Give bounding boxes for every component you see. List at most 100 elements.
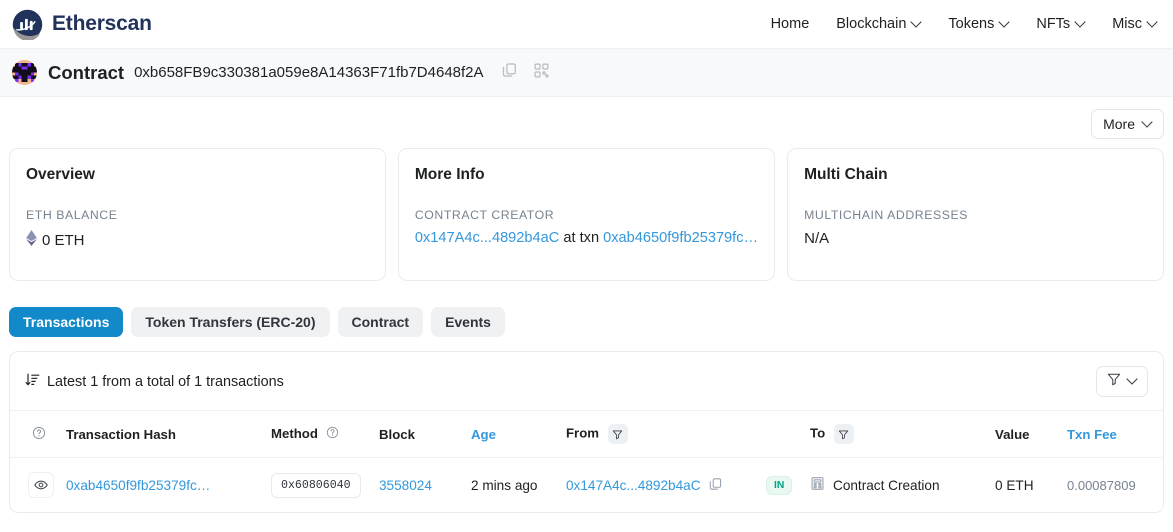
chevron-down-icon bbox=[1143, 118, 1152, 127]
ethereum-diamond-icon bbox=[26, 230, 37, 250]
eth-balance-value: 0 ETH bbox=[42, 231, 85, 249]
col-transaction-hash: Transaction Hash bbox=[66, 426, 176, 442]
transactions-table: Transaction Hash Method Block Age From T… bbox=[10, 410, 1163, 512]
content-tabs: Transactions Token Transfers (ERC-20) Co… bbox=[9, 281, 1164, 351]
cell-direction: IN bbox=[760, 458, 804, 513]
col-to: To bbox=[804, 411, 989, 458]
tab-label: Token Transfers (ERC-20) bbox=[145, 314, 316, 330]
nav-item-home[interactable]: Home bbox=[771, 16, 810, 32]
more-info-card-title: More Info bbox=[414, 166, 485, 183]
tab-transactions[interactable]: Transactions bbox=[9, 307, 124, 337]
transactions-table-header: Transaction Hash Method Block Age From T… bbox=[10, 410, 1163, 458]
more-row: More bbox=[9, 97, 1164, 148]
tab-label: Transactions bbox=[23, 314, 110, 330]
from-address-link[interactable]: 0x147A4c...4892b4aC bbox=[566, 478, 701, 493]
tab-label: Events bbox=[445, 314, 491, 330]
cell-txn-fee: 0.00087809 bbox=[1067, 477, 1136, 493]
to-label: Contract Creation bbox=[833, 477, 940, 493]
cell-method: 0x60806040 bbox=[265, 458, 373, 513]
contract-icon bbox=[810, 476, 825, 494]
creation-txn-link[interactable]: 0xab4650f9fb25379fc… bbox=[603, 230, 758, 246]
transactions-table-body: 0xab4650f9fb25379fc… 0x60806040 3558024 … bbox=[10, 458, 1163, 513]
chevron-down-icon bbox=[1000, 18, 1009, 27]
top-navbar: Etherscan Home Blockchain Tokens NFTs Mi… bbox=[0, 0, 1173, 49]
question-mark-icon[interactable] bbox=[32, 426, 46, 443]
nav-item-label: Tokens bbox=[948, 16, 995, 32]
funnel-filter-icon[interactable] bbox=[607, 424, 628, 444]
eth-balance-label: ETH BALANCE bbox=[26, 208, 118, 222]
col-age[interactable]: Age bbox=[465, 411, 560, 458]
nav-item-misc[interactable]: Misc bbox=[1112, 16, 1157, 32]
cell-to: Contract Creation bbox=[804, 458, 989, 513]
contract-address: 0xb658FB9c330381a059e8A14363F71fb7D4648f… bbox=[134, 64, 484, 81]
contract-creator-label: CONTRACT CREATOR bbox=[414, 208, 555, 222]
chevron-down-icon bbox=[1076, 18, 1085, 27]
col-block: Block bbox=[379, 426, 415, 442]
more-button[interactable]: More bbox=[1091, 109, 1164, 139]
transactions-summary: Latest 1 from a total of 1 transactions bbox=[25, 372, 284, 391]
info-cards: Overview ETH BALANCE 0 ETH More Info CON… bbox=[9, 148, 1164, 281]
block-link[interactable]: 3558024 bbox=[379, 478, 432, 493]
copy-icon[interactable] bbox=[709, 477, 722, 494]
more-info-card: More Info CONTRACT CREATOR 0x147A4c...48… bbox=[397, 148, 776, 281]
eye-icon[interactable] bbox=[28, 472, 54, 498]
col-method-label: Method bbox=[271, 425, 318, 441]
etherscan-logo-icon bbox=[12, 9, 43, 40]
tab-events[interactable]: Events bbox=[431, 307, 505, 337]
tab-contract[interactable]: Contract bbox=[337, 307, 424, 337]
nav-item-label: NFTs bbox=[1036, 16, 1071, 32]
copy-icon[interactable] bbox=[502, 62, 517, 83]
col-txn-fee[interactable]: Txn Fee bbox=[1061, 411, 1163, 458]
table-header-row: Transaction Hash Method Block Age From T… bbox=[10, 410, 1163, 458]
transactions-panel: Latest 1 from a total of 1 transactions bbox=[9, 351, 1164, 513]
cell-from: 0x147A4c...4892b4aC bbox=[560, 458, 760, 513]
multi-chain-card-title: Multi Chain bbox=[804, 166, 888, 183]
col-value: Value bbox=[995, 426, 1030, 442]
nav-item-label: Home bbox=[770, 16, 810, 32]
chevron-down-icon bbox=[1128, 375, 1137, 384]
col-direction bbox=[760, 411, 804, 458]
creator-connector-text: at txn bbox=[563, 230, 600, 246]
page-title: Contract bbox=[48, 61, 125, 83]
transactions-summary-text: Latest 1 from a total of 1 transactions bbox=[47, 373, 284, 390]
title-actions bbox=[502, 62, 549, 83]
address-identicon bbox=[12, 60, 37, 85]
tab-label: Contract bbox=[351, 314, 410, 330]
cell-transaction-hash: 0xab4650f9fb25379fc… bbox=[60, 458, 265, 513]
direction-badge: IN bbox=[766, 475, 793, 495]
contract-title-bar: Contract 0xb658FB9c330381a059e8A14363F71… bbox=[0, 49, 1173, 97]
table-row: 0xab4650f9fb25379fc… 0x60806040 3558024 … bbox=[10, 458, 1163, 513]
tab-token-transfers-erc20[interactable]: Token Transfers (ERC-20) bbox=[131, 307, 330, 337]
qr-code-icon[interactable] bbox=[534, 63, 549, 83]
more-button-label: More bbox=[1103, 116, 1135, 132]
col-method: Method bbox=[265, 411, 373, 458]
eth-balance-value-row: 0 ETH bbox=[26, 230, 369, 250]
nav-item-tokens[interactable]: Tokens bbox=[948, 16, 1009, 32]
creator-address-link[interactable]: 0x147A4c...4892b4aC bbox=[415, 230, 559, 246]
question-mark-icon[interactable] bbox=[326, 426, 339, 442]
multichain-addresses-value: N/A bbox=[804, 230, 830, 247]
main-nav: Home Blockchain Tokens NFTs Misc bbox=[771, 16, 1157, 32]
cell-preview bbox=[10, 458, 60, 513]
chevron-down-icon bbox=[1148, 18, 1157, 27]
nav-item-label: Blockchain bbox=[836, 16, 907, 32]
nav-item-nfts[interactable]: NFTs bbox=[1036, 16, 1085, 32]
transactions-panel-header: Latest 1 from a total of 1 transactions bbox=[10, 352, 1163, 410]
brand-logo-link[interactable]: Etherscan bbox=[12, 9, 152, 40]
filter-button[interactable] bbox=[1096, 366, 1148, 397]
nav-item-blockchain[interactable]: Blockchain bbox=[836, 16, 921, 32]
col-from: From bbox=[560, 411, 760, 458]
sort-descending-icon bbox=[25, 372, 40, 391]
multichain-addresses-label: MULTICHAIN ADDRESSES bbox=[804, 208, 968, 222]
to-address-group: Contract Creation bbox=[810, 476, 983, 494]
nav-item-label: Misc bbox=[1112, 16, 1142, 32]
funnel-filter-icon bbox=[1107, 372, 1121, 391]
multi-chain-card: Multi Chain MULTICHAIN ADDRESSES N/A bbox=[787, 148, 1164, 281]
col-from-label: From bbox=[566, 425, 599, 441]
contract-creator-line: 0x147A4c...4892b4aC at txn 0xab4650f9fb2… bbox=[415, 230, 758, 246]
cell-age: 2 mins ago bbox=[471, 477, 538, 493]
method-badge[interactable]: 0x60806040 bbox=[271, 472, 361, 498]
col-to-label: To bbox=[810, 425, 826, 441]
transaction-hash-link[interactable]: 0xab4650f9fb25379fc… bbox=[66, 478, 210, 493]
funnel-filter-icon[interactable] bbox=[833, 424, 854, 444]
